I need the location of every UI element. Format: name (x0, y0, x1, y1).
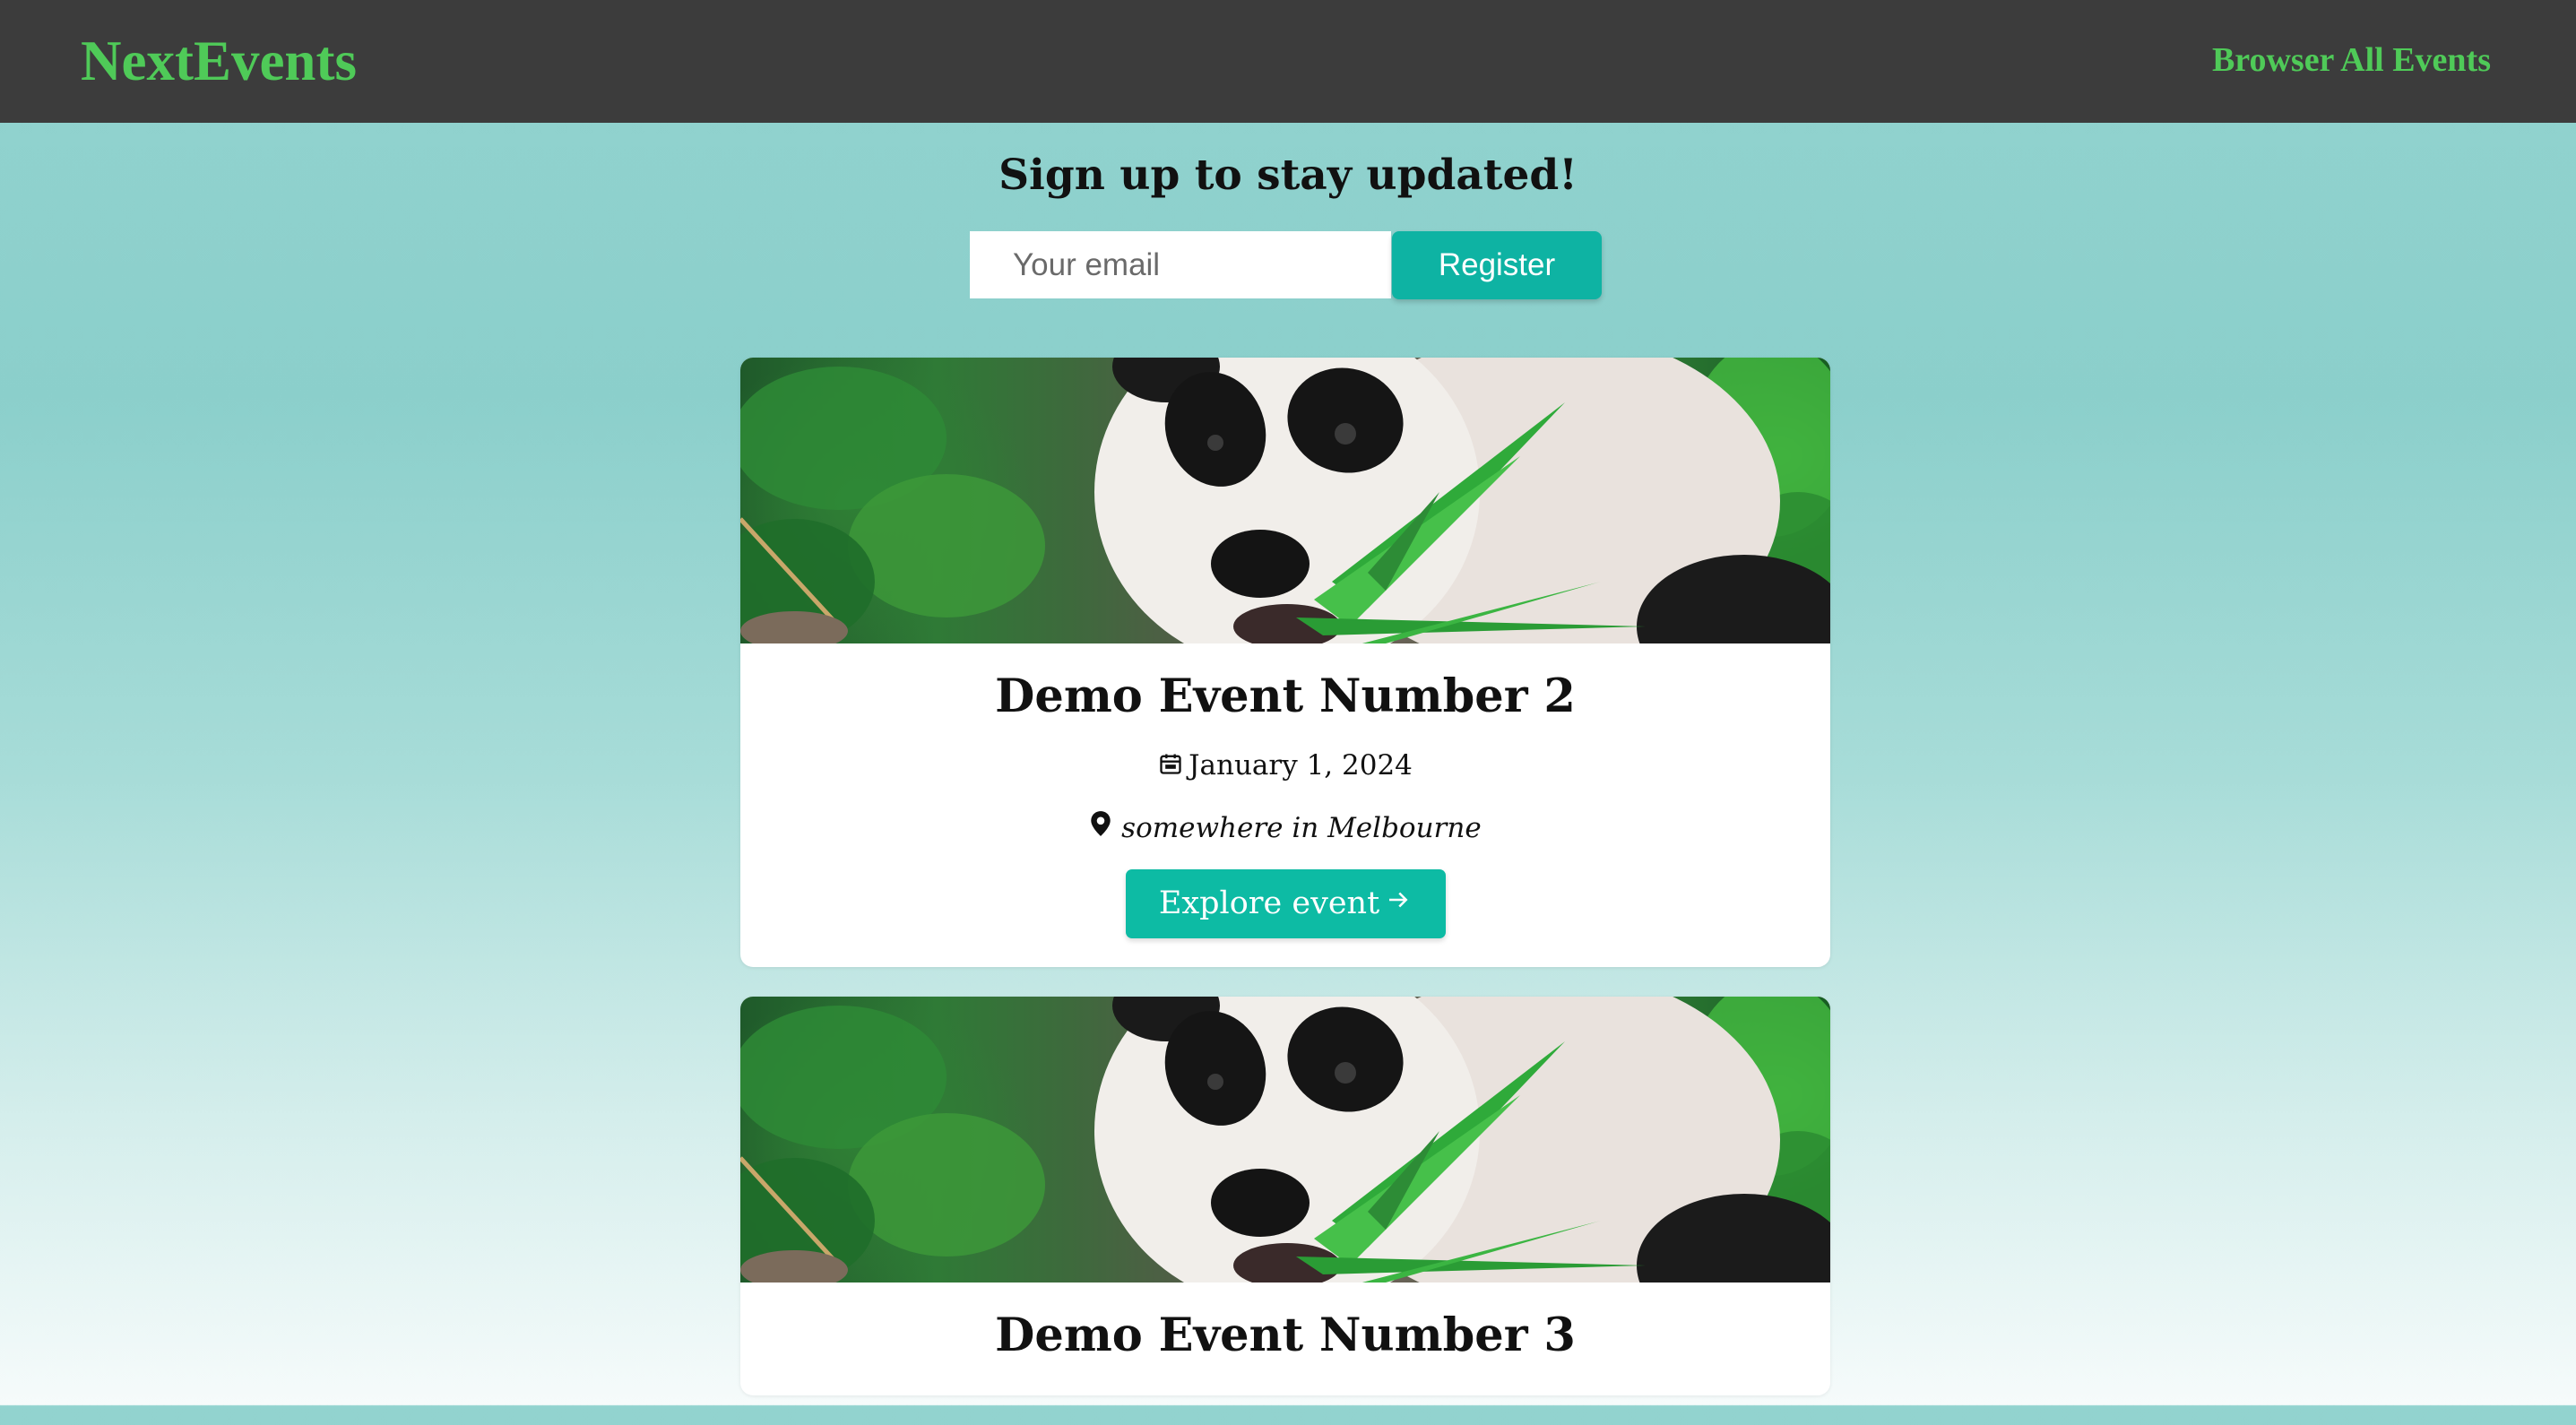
event-content: Demo Event Number 3 (740, 1282, 1830, 1395)
event-image (740, 996, 1830, 1282)
map-pin-icon (1089, 810, 1121, 844)
event-location: somewhere in Melbourne (740, 808, 1830, 848)
event-card: Demo Event Number 3 (740, 996, 1830, 1395)
calendar-icon (1158, 747, 1183, 787)
event-title: Demo Event Number 2 (995, 669, 1576, 723)
event-card: Demo Event Number 2 January 1, 2024 some… (740, 358, 1830, 967)
event-title: Demo Event Number 3 (995, 1308, 1576, 1362)
explore-event-label: Explore event (1158, 885, 1380, 921)
register-button[interactable]: Register (1392, 231, 1602, 299)
event-location-text: somewhere in Melbourne (1121, 811, 1482, 844)
signup-title: Sign up to stay updated! (998, 151, 1578, 200)
panda-image (740, 996, 1830, 1282)
arrow-right-icon (1385, 885, 1412, 921)
event-content: Demo Event Number 2 January 1, 2024 some… (740, 643, 1830, 967)
event-date: January 1, 2024 (740, 746, 1830, 787)
browse-all-events-link[interactable]: Browser All Events (2212, 39, 2491, 82)
site-header: NextEvents Browser All Events (0, 0, 2576, 123)
event-date-text: January 1, 2024 (1189, 749, 1413, 782)
event-list: Demo Event Number 2 January 1, 2024 some… (740, 358, 1830, 1425)
email-input[interactable] (970, 231, 1391, 298)
event-image (740, 358, 1830, 643)
panda-image (740, 358, 1830, 643)
logo-link[interactable]: NextEvents (81, 27, 357, 95)
explore-event-button[interactable]: Explore event (1125, 868, 1446, 938)
